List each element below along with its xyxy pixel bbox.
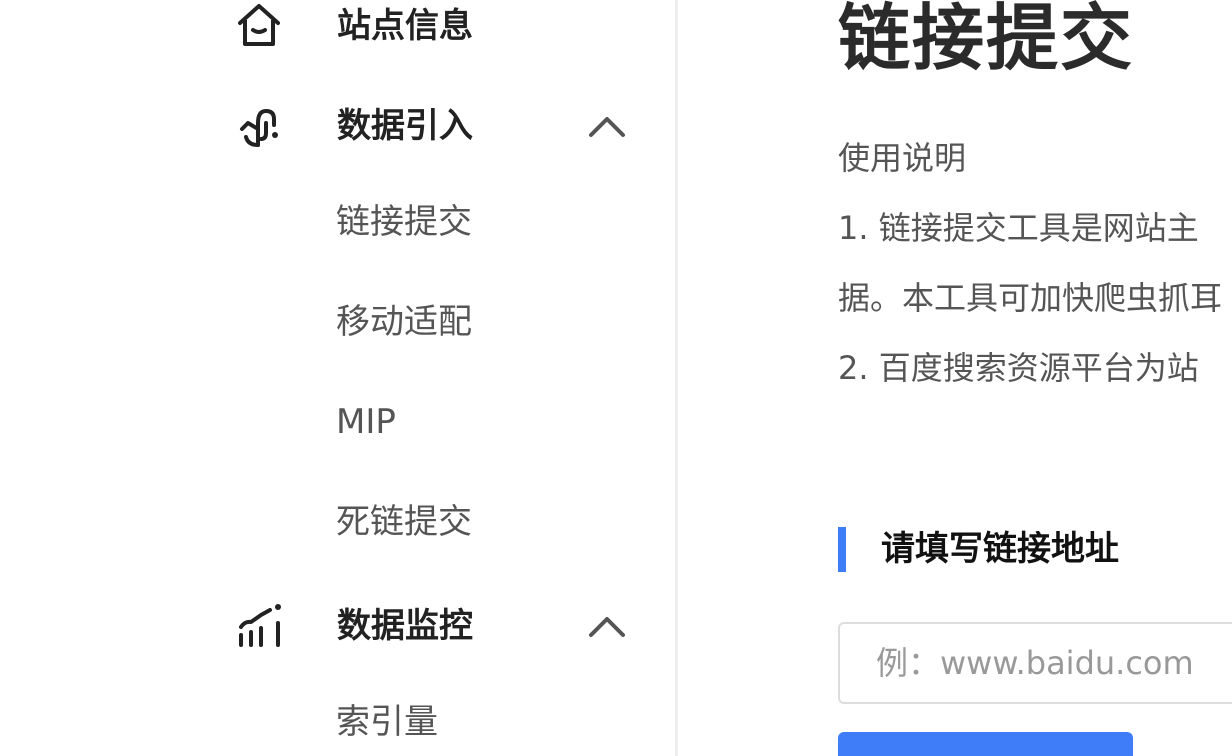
usage-line: 1. 链接提交工具是网站主: [838, 209, 1199, 247]
main-content: 链接提交 使用说明 1. 链接提交工具是网站主 据。本工具可加快爬虫抓耳 2. …: [678, 0, 1232, 756]
chevron-up-icon[interactable]: [587, 114, 627, 138]
section-title: 请填写链接地址: [881, 529, 1119, 569]
page: 站点信息 数据引入 链接提交 移动适配 MIP 死链提交 数据监控 索引量 链接…: [0, 0, 1232, 756]
sidebar: 站点信息 数据引入 链接提交 移动适配 MIP 死链提交 数据监控 索引量: [0, 0, 676, 756]
sidebar-item-link-submit[interactable]: 链接提交: [0, 192, 676, 252]
sidebar-item-label: 移动适配: [336, 302, 472, 342]
page-title: 链接提交: [838, 0, 1135, 80]
bar-chart-icon: [234, 601, 284, 651]
submit-button[interactable]: [838, 732, 1133, 756]
link-hook-icon: [234, 101, 284, 151]
sidebar-group-data-monitor[interactable]: 数据监控: [0, 596, 676, 656]
sidebar-item-label: 索引量: [336, 702, 438, 742]
home-icon: [234, 1, 284, 51]
sidebar-group-site-info[interactable]: 站点信息: [0, 0, 676, 56]
usage-line: 据。本工具可加快爬虫抓耳: [838, 279, 1223, 317]
sidebar-item-mobile-adapt[interactable]: 移动适配: [0, 292, 676, 352]
chevron-up-icon[interactable]: [587, 614, 627, 638]
url-input[interactable]: [838, 622, 1232, 704]
sidebar-group-label: 数据监控: [337, 606, 473, 646]
sidebar-item-label: 链接提交: [336, 202, 472, 242]
sidebar-item-label: MIP: [336, 402, 396, 442]
section-accent-bar: [838, 527, 846, 572]
sidebar-item-mip[interactable]: MIP: [0, 392, 676, 452]
usage-line: 2. 百度搜索资源平台为站: [838, 349, 1199, 387]
sidebar-item-dead-link[interactable]: 死链提交: [0, 492, 676, 552]
usage-heading: 使用说明: [838, 139, 967, 177]
sidebar-item-label: 死链提交: [336, 502, 472, 542]
sidebar-item-index-volume[interactable]: 索引量: [0, 692, 676, 752]
sidebar-group-data-import[interactable]: 数据引入: [0, 96, 676, 156]
sidebar-group-label: 数据引入: [337, 106, 473, 146]
sidebar-group-label: 站点信息: [337, 6, 473, 46]
